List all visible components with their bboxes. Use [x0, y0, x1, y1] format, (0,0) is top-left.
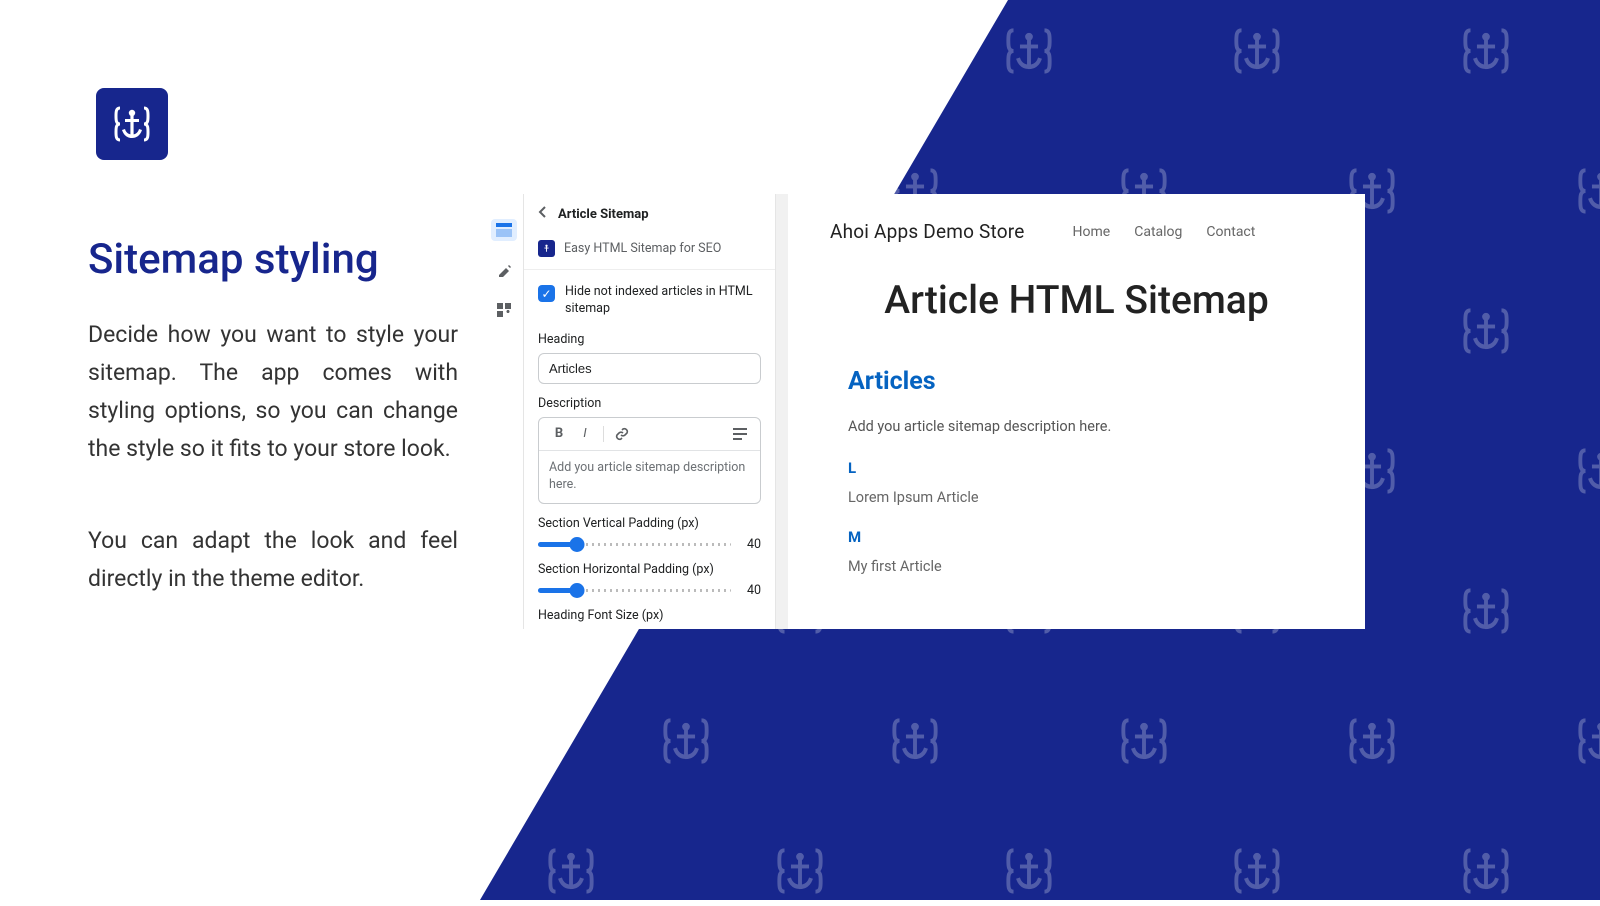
pattern-anchor-icon	[427, 710, 489, 776]
sh-padding-label: Section Horizontal Padding (px)	[538, 562, 761, 577]
editor-screenshot: Article Sitemap Easy HTML Sitemap for SE…	[484, 194, 1365, 629]
pattern-anchor-icon	[769, 20, 831, 86]
panel-title: Article Sitemap	[558, 207, 649, 222]
nav-home[interactable]: Home	[1073, 224, 1111, 240]
app-name: Easy HTML Sitemap for SEO	[564, 241, 721, 256]
pattern-anchor-icon	[83, 20, 145, 86]
editor-rail	[484, 194, 524, 629]
store-nav: Home Catalog Contact	[1073, 224, 1256, 240]
pattern-anchor-icon	[998, 840, 1060, 906]
pattern-anchor-icon	[198, 710, 260, 776]
pattern-anchor-icon	[540, 840, 602, 906]
link-button[interactable]	[610, 423, 634, 445]
pattern-anchor-icon	[1226, 840, 1288, 906]
anchor-icon	[108, 100, 156, 148]
heading-label: Heading	[538, 332, 761, 347]
pattern-anchor-icon	[540, 20, 602, 86]
pattern-anchor-icon	[312, 20, 374, 86]
sh-padding-value: 40	[741, 583, 761, 598]
pattern-anchor-icon	[655, 710, 717, 776]
sv-padding-value: 40	[741, 537, 761, 552]
nav-catalog[interactable]: Catalog	[1134, 224, 1182, 240]
hide-not-indexed-checkbox[interactable]: ✓	[538, 285, 555, 302]
pattern-anchor-icon	[1570, 710, 1600, 776]
pattern-anchor-icon	[884, 710, 946, 776]
pattern-anchor-icon	[83, 840, 145, 906]
marketing-paragraph-1: Decide how you want to style your sitema…	[88, 316, 458, 468]
article-link[interactable]: Lorem Ipsum Article	[848, 489, 1305, 506]
more-formatting-button[interactable]	[728, 423, 752, 445]
page-title: Sitemap styling	[88, 235, 458, 284]
sv-padding-label: Section Vertical Padding (px)	[538, 516, 761, 531]
marketing-copy: Sitemap styling Decide how you want to s…	[88, 235, 458, 598]
pattern-anchor-icon	[1570, 160, 1600, 226]
pattern-anchor-icon	[198, 160, 260, 226]
articles-description: Add you article sitemap description here…	[848, 418, 1305, 435]
theme-preview: Ahoi Apps Demo Store Home Catalog Contac…	[776, 194, 1365, 629]
sh-padding-slider[interactable]	[538, 589, 731, 592]
heading-input[interactable]	[538, 353, 761, 384]
sv-padding-slider[interactable]	[538, 543, 731, 546]
pattern-anchor-icon	[1113, 710, 1175, 776]
bold-button[interactable]: B	[547, 423, 571, 445]
rail-sections-icon[interactable]	[491, 219, 517, 241]
pattern-anchor-icon	[312, 840, 374, 906]
articles-heading: Articles	[848, 367, 1305, 396]
heading-font-label: Heading Font Size (px)	[538, 608, 761, 623]
app-logo	[96, 88, 168, 160]
pattern-anchor-icon	[1455, 300, 1517, 366]
article-link[interactable]: My first Article	[848, 558, 1305, 575]
description-textarea[interactable]: Add you article sitemap description here…	[539, 451, 760, 503]
nav-contact[interactable]: Contact	[1206, 224, 1255, 240]
pattern-anchor-icon	[1341, 710, 1403, 776]
back-icon[interactable]	[536, 205, 550, 223]
store-name: Ahoi Apps Demo Store	[830, 220, 1025, 243]
heading-font-value: 30	[741, 629, 761, 630]
settings-panel: Article Sitemap Easy HTML Sitemap for SE…	[524, 194, 776, 629]
pattern-anchor-icon	[1455, 580, 1517, 646]
pattern-anchor-icon	[1455, 840, 1517, 906]
pattern-anchor-icon	[1455, 20, 1517, 86]
rail-theme-icon[interactable]	[491, 259, 517, 281]
description-label: Description	[538, 396, 761, 411]
pattern-anchor-icon	[1226, 20, 1288, 86]
anchor-icon	[538, 240, 555, 257]
app-line[interactable]: Easy HTML Sitemap for SEO	[524, 233, 775, 270]
description-editor: B I Add you article sitemap description …	[538, 417, 761, 504]
italic-button[interactable]: I	[573, 423, 597, 445]
rail-apps-icon[interactable]	[491, 299, 517, 321]
group-letter: L	[848, 459, 1305, 477]
pattern-anchor-icon	[998, 20, 1060, 86]
group-letter: M	[848, 528, 1305, 546]
pattern-anchor-icon	[1570, 440, 1600, 506]
pattern-anchor-icon	[769, 840, 831, 906]
hide-not-indexed-label: Hide not indexed articles in HTML sitema…	[565, 284, 761, 318]
pattern-anchor-icon	[427, 160, 489, 226]
preview-hero-title: Article HTML Sitemap	[788, 259, 1365, 367]
marketing-paragraph-2: You can adapt the look and feel directly…	[88, 522, 458, 598]
